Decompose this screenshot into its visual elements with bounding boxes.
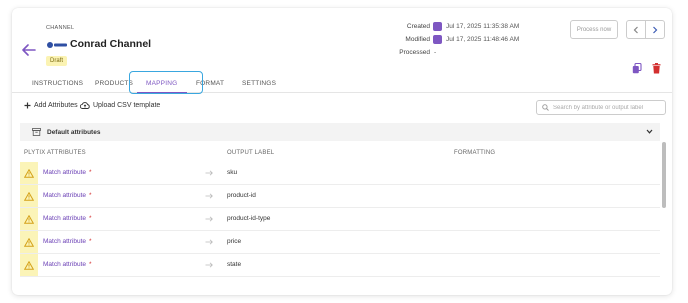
- table-row: Match attribute * state: [20, 254, 660, 277]
- match-attribute-label: Match attribute: [43, 169, 86, 176]
- arrow-right-icon: [205, 262, 213, 268]
- search-icon: [542, 104, 549, 111]
- column-header-output: OUTPUT LABEL: [227, 150, 275, 156]
- processed-label: Processed: [399, 49, 430, 56]
- next-button[interactable]: [645, 20, 665, 39]
- warning-icon: [24, 168, 34, 178]
- tab-products[interactable]: PRODUCTS: [95, 80, 133, 87]
- output-label: state: [227, 261, 242, 268]
- output-label: price: [227, 238, 242, 245]
- table-row: Match attribute * sku: [20, 162, 660, 185]
- chevron-down-icon[interactable]: [646, 129, 653, 134]
- trash-icon[interactable]: [652, 63, 661, 74]
- arrow-right-icon: [205, 239, 213, 245]
- chevron-left-icon: [633, 26, 638, 33]
- warning-icon: [24, 260, 34, 270]
- warning-cell: [20, 185, 38, 207]
- upload-csv-button[interactable]: Upload CSV template: [80, 102, 160, 109]
- user-avatar-icon: [433, 22, 442, 31]
- conrad-logo-icon: [47, 42, 67, 48]
- modified-value: Jul 17, 2025 11:48:46 AM: [446, 36, 520, 43]
- tab-bar: INSTRUCTIONS PRODUCTS MAPPING FORMAT SET…: [12, 75, 672, 94]
- status-badge: Draft: [46, 56, 68, 66]
- warning-icon: [24, 191, 34, 201]
- cloud-upload-icon: [80, 102, 90, 109]
- processed-value: -: [434, 49, 437, 56]
- warning-cell: [20, 254, 38, 276]
- table-row: Match attribute * product-id: [20, 185, 660, 208]
- match-attribute-link[interactable]: Match attribute *: [43, 169, 92, 176]
- arrow-right-icon: [205, 193, 213, 199]
- add-attributes-label: Add Attributes: [34, 102, 78, 109]
- plus-icon: [24, 102, 31, 109]
- channel-title: Conrad Channel: [70, 38, 152, 50]
- process-now-button[interactable]: Process now: [570, 20, 618, 39]
- match-attribute-link[interactable]: Match attribute *: [43, 215, 92, 222]
- table-row: Match attribute * price: [20, 231, 660, 254]
- required-marker: *: [89, 261, 92, 268]
- match-attribute-label: Match attribute: [43, 192, 86, 199]
- tab-settings[interactable]: SETTINGS: [242, 80, 276, 87]
- back-arrow-icon[interactable]: [22, 44, 36, 56]
- match-attribute-label: Match attribute: [43, 215, 86, 222]
- match-attribute-label: Match attribute: [43, 238, 86, 245]
- section-title: Default attributes: [47, 128, 101, 136]
- tab-instructions[interactable]: INSTRUCTIONS: [32, 80, 83, 87]
- created-value: Jul 17, 2025 11:35:38 AM: [446, 23, 520, 30]
- add-attributes-button[interactable]: Add Attributes: [24, 102, 78, 109]
- required-marker: *: [89, 238, 92, 245]
- vertical-scrollbar[interactable]: [662, 142, 666, 208]
- match-attribute-link[interactable]: Match attribute *: [43, 261, 92, 268]
- output-label: product-id: [227, 192, 256, 199]
- channel-card: CHANNEL Conrad Channel Draft Created Jul…: [12, 8, 672, 295]
- upload-csv-label: Upload CSV template: [93, 102, 161, 109]
- search-input[interactable]: [553, 104, 665, 111]
- warning-cell: [20, 162, 38, 184]
- modified-label: Modified: [405, 36, 430, 43]
- arrow-right-icon: [205, 170, 213, 176]
- warning-cell: [20, 231, 38, 253]
- output-label: sku: [227, 169, 238, 176]
- mapping-table: Match attribute * sku Match attribute * pr…: [20, 162, 660, 277]
- required-marker: *: [89, 215, 92, 222]
- required-marker: *: [89, 192, 92, 199]
- warning-icon: [24, 237, 34, 247]
- warning-cell: [20, 208, 38, 230]
- table-row: Match attribute * product-id-type: [20, 208, 660, 231]
- search-field[interactable]: [536, 100, 666, 115]
- required-marker: *: [89, 169, 92, 176]
- user-avatar-icon: [433, 35, 442, 44]
- column-header-formatting: FORMATTING: [454, 150, 496, 156]
- match-attribute-link[interactable]: Match attribute *: [43, 192, 92, 199]
- previous-button[interactable]: [626, 20, 646, 39]
- match-attribute-link[interactable]: Match attribute *: [43, 238, 92, 245]
- default-attributes-section[interactable]: Default attributes: [20, 123, 660, 141]
- column-header-attributes: PLYTIX ATTRIBUTES: [24, 150, 86, 156]
- warning-icon: [24, 214, 34, 224]
- created-label: Created: [406, 23, 430, 30]
- output-label: product-id-type: [227, 215, 271, 222]
- duplicate-icon[interactable]: [632, 63, 642, 74]
- archive-icon: [32, 128, 41, 136]
- arrow-right-icon: [205, 216, 213, 222]
- match-attribute-label: Match attribute: [43, 261, 86, 268]
- tab-highlight-outline: [129, 71, 203, 94]
- channel-kicker: CHANNEL: [46, 25, 75, 31]
- chevron-right-icon: [653, 26, 658, 33]
